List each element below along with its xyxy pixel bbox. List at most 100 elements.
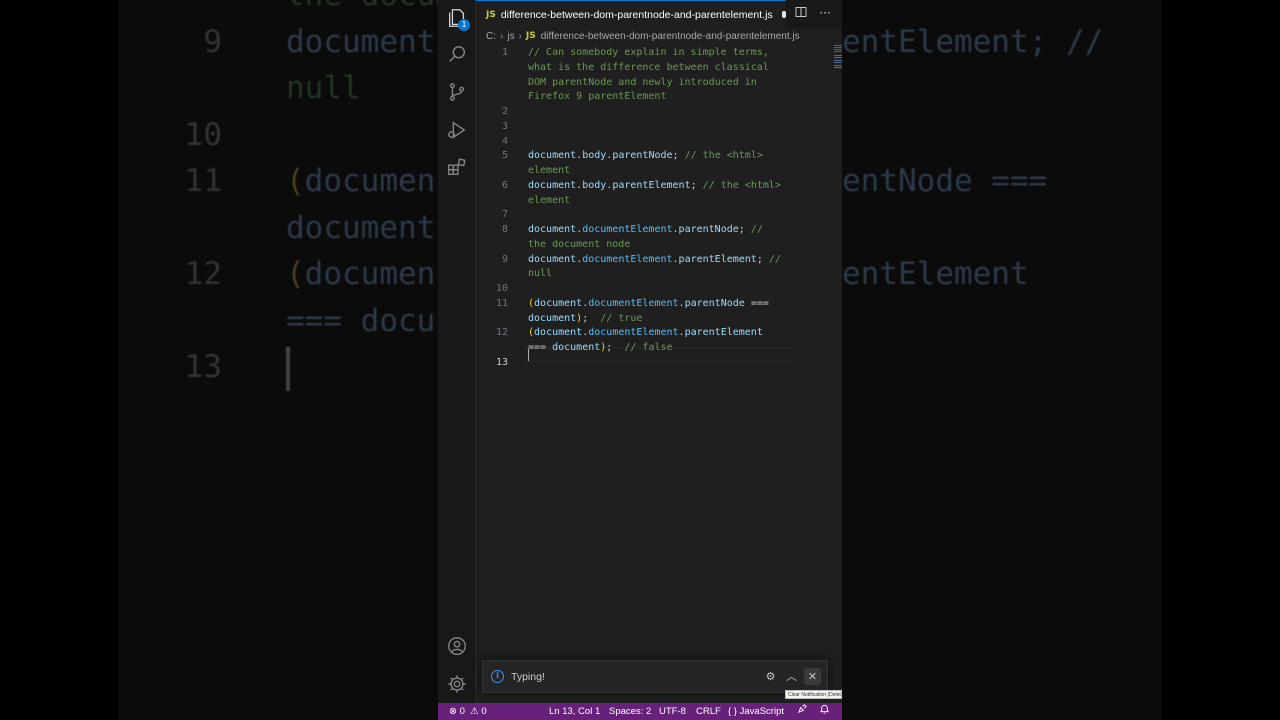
background-code-line: 9 document <box>118 19 438 66</box>
code-line: 1 // Can somebody explain in simple terms… <box>476 45 796 60</box>
tab-title: difference-between-dom-parentnode-and-pa… <box>500 8 773 21</box>
code-line: 8 document.documentElement.parentNode; // <box>476 222 796 237</box>
extensions-icon[interactable] <box>438 149 476 185</box>
line-number: 2 <box>501 106 508 117</box>
language-label: JavaScript <box>739 706 784 717</box>
code-editor[interactable]: 1 // Can somebody explain in simple terms… <box>476 44 842 659</box>
line-number: 6 <box>501 179 508 191</box>
background-code-text <box>286 346 290 391</box>
code-token: document <box>552 342 601 353</box>
chevron-up-icon[interactable]: ︿ <box>783 668 800 685</box>
editor-tab[interactable]: JS difference-between-dom-parentnode-and… <box>476 0 786 28</box>
background-code-line <box>842 298 1103 345</box>
code-line: element <box>476 163 796 178</box>
account-icon[interactable] <box>438 628 476 664</box>
code-token: === <box>744 297 769 309</box>
line-number: 10 <box>495 283 508 294</box>
code-token: element <box>528 194 571 206</box>
code-line: 2 <box>476 104 796 119</box>
info-icon: i <box>491 670 504 683</box>
source-control-icon[interactable] <box>438 74 476 110</box>
line-number: 8 <box>501 224 508 235</box>
manage-gear-icon[interactable] <box>438 666 476 702</box>
indentation[interactable]: Spaces: 2 <box>609 703 651 720</box>
background-left: the docum 9 document null 10 11 (documen docume… <box>0 0 438 720</box>
breadcrumb-file[interactable]: difference-between-dom-parentnode-and-pa… <box>541 31 800 42</box>
search-icon[interactable] <box>438 37 476 73</box>
background-code-text: null <box>286 70 361 106</box>
bell-icon[interactable] <box>819 703 830 720</box>
background-code-line <box>842 0 1103 19</box>
close-icon[interactable]: ✕ <box>804 668 821 685</box>
cursor-position[interactable]: Ln 13, Col 1 <box>549 703 600 720</box>
js-file-icon: JS <box>525 31 536 41</box>
code-token: document <box>528 224 577 235</box>
error-count: 0 <box>459 706 465 717</box>
background-right: entElement; // entNode === entElement <box>842 0 1280 720</box>
code-token: document <box>528 312 577 324</box>
code-text: document.body.parentElement; // the <htm… <box>528 178 781 193</box>
notification-actions: ⚙ ︿ ✕ <box>762 668 821 685</box>
code-text: document.documentElement.parentElement; … <box>528 252 781 267</box>
background-line-number: 13 <box>184 349 222 385</box>
status-bar: ⊗ 0 ⚠ 0 Ln 13, Col 1 Spaces: 2 UTF-8 CRL… <box>438 703 842 720</box>
minimap[interactable] <box>832 44 842 74</box>
code-token: the document node <box>528 238 631 250</box>
js-file-icon: JS <box>486 9 496 20</box>
explorer-icon[interactable]: 1 <box>438 0 476 36</box>
chevron-right-icon: › <box>518 30 522 42</box>
code-token: ; <box>672 150 685 162</box>
run-debug-icon[interactable] <box>438 112 476 148</box>
code-line: 10 <box>476 281 796 296</box>
encoding[interactable]: UTF-8 <box>659 703 686 720</box>
code-token: DOM parentNode and newly introduced in <box>528 76 757 88</box>
code-token: documentElement <box>582 253 673 265</box>
line-number: 5 <box>501 150 508 162</box>
code-line: the document node <box>476 237 796 252</box>
gear-icon[interactable]: ⚙ <box>762 668 779 685</box>
code-line: 3 <box>476 119 796 134</box>
code-text: (document.documentElement.parentElement <box>528 325 763 340</box>
code-line: 6 document.body.parentElement; // the <ht… <box>476 178 796 193</box>
code-text: null <box>528 266 552 281</box>
background-pad-right <box>1162 0 1280 720</box>
background-code-line: 12 (documen <box>118 251 438 298</box>
code-line: 7 <box>476 207 796 222</box>
background-paren: ( <box>286 256 305 292</box>
code-line: what is the difference between classical <box>476 60 796 75</box>
breadcrumb-folder[interactable]: js <box>507 31 514 42</box>
background-code-text: the docum <box>286 0 438 13</box>
code-text: document.documentElement.parentNode; // <box>528 222 763 237</box>
code-line: === document); // false <box>476 340 796 355</box>
feedback-icon[interactable] <box>797 703 808 720</box>
background-code-line: entElement <box>842 256 1029 292</box>
breadcrumb-drive[interactable]: C: <box>486 31 496 42</box>
language-mode[interactable]: { } JavaScript <box>728 703 784 720</box>
tab-bar: JS difference-between-dom-parentnode-and… <box>476 0 842 28</box>
unsaved-dot-icon[interactable] <box>781 11 786 18</box>
code-token: ; <box>738 224 751 235</box>
code-text: the document node <box>528 237 630 252</box>
code-token: ; <box>690 179 703 191</box>
code-token: parentElement <box>612 179 691 191</box>
problems-indicator[interactable]: ⊗ 0 ⚠ 0 <box>449 703 487 720</box>
code-text: document); // true <box>528 311 642 326</box>
background-paren: ( <box>286 163 305 199</box>
background-line-number: 10 <box>184 116 222 153</box>
tab-actions: ··· <box>794 6 832 21</box>
code-token: ; <box>582 312 601 324</box>
line-number: 13 <box>495 356 508 368</box>
text-cursor <box>528 349 529 361</box>
code-text: element <box>528 163 570 178</box>
end-of-line[interactable]: CRLF <box>696 703 721 720</box>
code-line: 13 <box>476 355 796 370</box>
code-line: 12 (document.documentElement.parentElemen… <box>476 325 796 340</box>
line-number: 1 <box>501 47 508 58</box>
code-line: null <box>476 266 796 281</box>
split-editor-icon[interactable] <box>794 6 808 21</box>
more-actions-icon[interactable]: ··· <box>818 6 832 21</box>
vscode-window: 1 JS difference-between-dom-parentnode-a… <box>438 0 842 720</box>
code-token: body <box>582 179 607 191</box>
code-token: document <box>534 327 583 339</box>
warning-count: 0 <box>481 706 487 717</box>
